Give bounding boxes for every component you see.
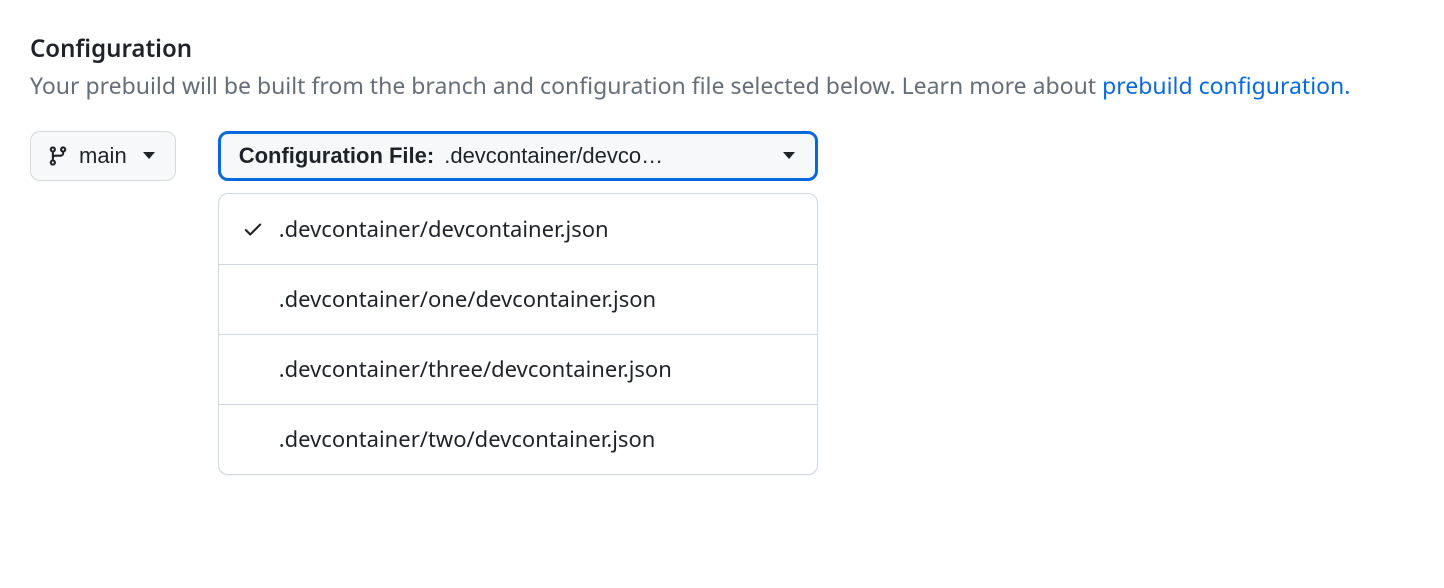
config-file-option-label: .devcontainer/two/devcontainer.json bbox=[279, 424, 656, 454]
branch-selector-label: main bbox=[79, 145, 127, 167]
section-description: Your prebuild will be built from the bra… bbox=[30, 68, 1414, 103]
config-file-option-label: .devcontainer/three/devcontainer.json bbox=[279, 354, 672, 384]
controls-row: main Configuration File: .devcontainer/d… bbox=[30, 131, 1414, 181]
config-file-option-label: .devcontainer/one/devcontainer.json bbox=[279, 284, 656, 314]
section-description-text: Your prebuild will be built from the bra… bbox=[30, 69, 1102, 101]
config-file-option[interactable]: .devcontainer/one/devcontainer.json bbox=[219, 264, 817, 334]
prebuild-config-link[interactable]: prebuild configuration. bbox=[1102, 69, 1350, 101]
config-file-option[interactable]: .devcontainer/two/devcontainer.json bbox=[219, 404, 817, 474]
config-file-option-label: .devcontainer/devcontainer.json bbox=[279, 214, 609, 244]
config-selector-wrapper: Configuration File: .devcontainer/devco…… bbox=[218, 131, 818, 181]
config-file-dropdown-menu: .devcontainer/devcontainer.json .devconta… bbox=[218, 193, 818, 475]
config-file-value: .devcontainer/devco… bbox=[444, 145, 766, 167]
caret-down-icon bbox=[143, 152, 155, 159]
branch-selector-button[interactable]: main bbox=[30, 131, 176, 181]
config-file-selector-button[interactable]: Configuration File: .devcontainer/devco… bbox=[218, 131, 818, 181]
caret-down-icon bbox=[783, 152, 795, 159]
section-title: Configuration bbox=[30, 34, 1414, 64]
config-file-option[interactable]: .devcontainer/three/devcontainer.json bbox=[219, 334, 817, 404]
git-branch-icon bbox=[47, 145, 69, 167]
check-icon bbox=[241, 218, 265, 240]
config-file-option[interactable]: .devcontainer/devcontainer.json bbox=[219, 194, 817, 264]
config-file-prefix: Configuration File: bbox=[239, 145, 435, 167]
